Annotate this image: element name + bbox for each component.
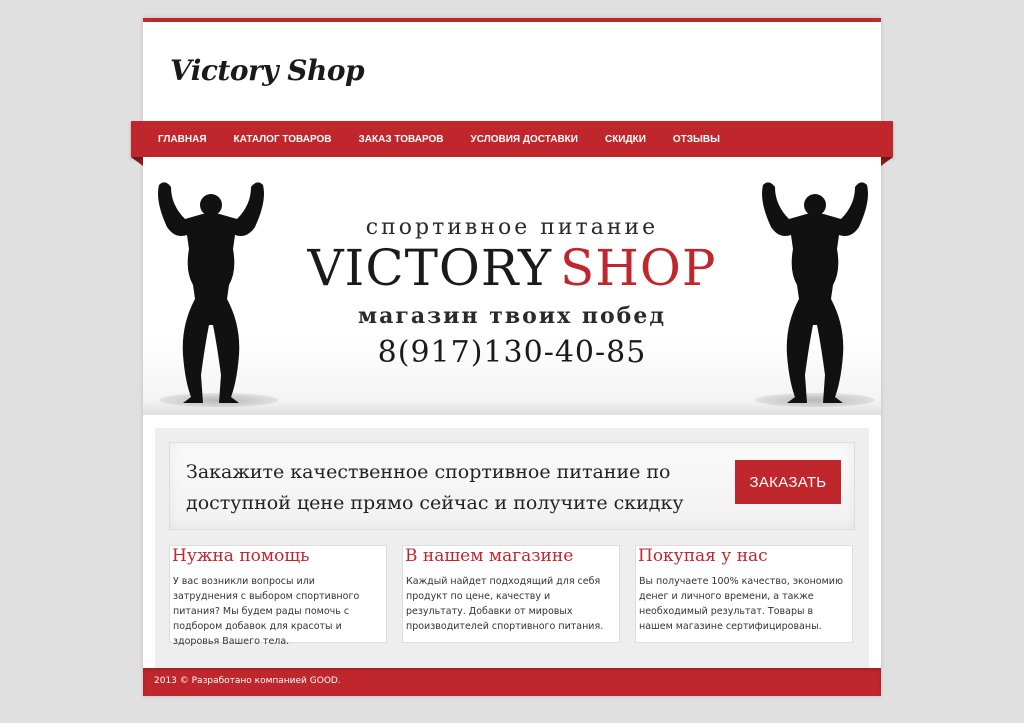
info-column-help: Нужна помощь У вас возникли вопросы или … [169,545,387,647]
nav-item-catalog[interactable]: КАТАЛОГ ТОВАРОВ [234,134,332,145]
column-title-buying: Покупая у нас [638,546,768,566]
hero-banner: спортивное питание VICTORY SHOP магазин т… [143,157,881,415]
column-text-store: Каждый найдет подходящий для себя продук… [406,576,604,632]
banner-phone: 8(917)130-40-85 [377,335,647,370]
nav-ribbon-fold-right [881,157,893,166]
column-text-help: У вас возникли вопросы или затруднения с… [173,576,360,647]
nav-item-home[interactable]: ГЛАВНАЯ [158,134,207,145]
cta-box: Закажите качественное спортивное питание… [169,442,855,530]
banner-title-victory: VICTORY [307,239,553,297]
cta-text: Закажите качественное спортивное питание… [186,461,684,514]
info-column-buying: Покупая у нас Вы получаете 100% качество… [635,545,853,643]
info-column-store: В нашем магазине Каждый найдет подходящи… [402,545,620,643]
banner-subtitle: спортивное питание [365,215,659,240]
page-container: Victory Shop ГЛАВНАЯ КАТАЛОГ ТОВАРОВ ЗАК… [131,18,893,696]
content-area: Закажите качественное спортивное питание… [155,428,869,668]
banner-title: VICTORY SHOP [143,243,881,293]
footer-copyright: 2013 © Разработано компанией GOOD. [154,676,341,686]
banner-title-shop: SHOP [560,239,717,297]
nav-item-delivery[interactable]: УСЛОВИЯ ДОСТАВКИ [471,134,578,145]
footer: 2013 © Разработано компанией GOOD. [143,668,881,696]
order-button[interactable]: ЗАКАЗАТЬ [735,460,841,504]
site-logo[interactable]: Victory Shop [170,54,365,87]
main-nav: ГЛАВНАЯ КАТАЛОГ ТОВАРОВ ЗАКАЗ ТОВАРОВ УС… [131,121,893,157]
nav-item-reviews[interactable]: ОТЗЫВЫ [673,134,720,145]
column-text-buying: Вы получаете 100% качество, экономию ден… [639,576,843,632]
nav-ribbon-fold-left [131,157,143,166]
column-title-store: В нашем магазине [405,546,574,566]
top-accent-strip [143,18,881,22]
column-title-help: Нужна помощь [172,546,310,566]
nav-item-discounts[interactable]: СКИДКИ [605,134,646,145]
banner-tagline: магазин твоих побед [357,303,666,329]
nav-item-order[interactable]: ЗАКАЗ ТОВАРОВ [359,134,444,145]
